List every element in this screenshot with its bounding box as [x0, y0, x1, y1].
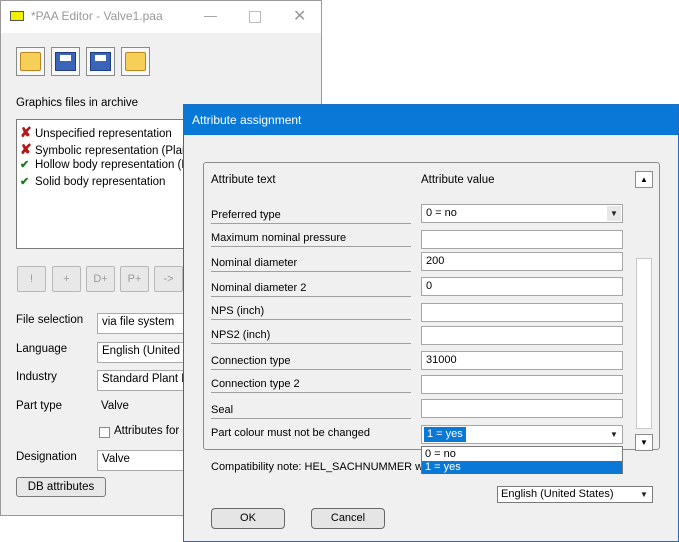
connection-type-input[interactable]: 31000: [421, 351, 623, 370]
list-item[interactable]: ✘ Unspecified representation: [20, 124, 172, 140]
max-nominal-pressure-input[interactable]: [421, 230, 623, 249]
designation-label: Designation: [16, 451, 77, 463]
language-select[interactable]: English (United States) ▼: [497, 486, 653, 503]
checkmark-icon: ✔: [20, 176, 30, 188]
connection-type-2-input[interactable]: [421, 375, 623, 394]
file-selection-label: File selection: [16, 314, 84, 326]
attribute-assignment-dialog: Attribute assignment Attribute text Attr…: [183, 104, 679, 542]
row-label-part-colour: Part colour must not be changed: [211, 427, 370, 439]
row-label-connection-type-2: Connection type 2: [211, 376, 411, 393]
ok-button[interactable]: OK: [211, 508, 285, 529]
missing-x-icon: ✘: [20, 141, 32, 157]
row-label-max-nominal-pressure: Maximum nominal pressure: [211, 230, 411, 247]
minimize-icon[interactable]: —: [204, 8, 217, 23]
row-label-preferred-type: Preferred type: [211, 207, 411, 224]
close-icon[interactable]: ✕: [293, 6, 306, 26]
chevron-down-icon[interactable]: ▼: [607, 206, 621, 221]
scroll-down-icon[interactable]: ▼: [635, 434, 653, 451]
chevron-down-icon[interactable]: ▼: [607, 427, 621, 442]
save-as-icon: [90, 52, 111, 71]
save-disk-icon: [55, 52, 76, 71]
list-item[interactable]: ✔ Hollow body representation (Pl: [20, 158, 192, 174]
nominal-diameter-2-input[interactable]: 0: [421, 277, 623, 296]
file-selection-select[interactable]: via file system: [97, 313, 192, 334]
arrow-button[interactable]: ->: [154, 266, 183, 292]
window-title: *PAA Editor - Valve1.paa: [31, 9, 163, 23]
p-plus-button[interactable]: P+: [120, 266, 149, 292]
row-label-nps2: NPS2 (inch): [211, 327, 411, 344]
nps-input[interactable]: [421, 303, 623, 322]
row-label-nominal-diameter-2: Nominal diameter 2: [211, 280, 411, 297]
open-folder-button[interactable]: [16, 47, 45, 76]
attributes-checkbox[interactable]: [99, 427, 110, 438]
d-plus-button[interactable]: D+: [86, 266, 115, 292]
compatibility-note: Compatibility note: HEL_SACHNUMMER will …: [211, 461, 440, 473]
row-label-nominal-diameter: Nominal diameter: [211, 255, 411, 272]
dropdown-option-no[interactable]: 0 = no: [422, 448, 622, 461]
folder-open-icon: [20, 52, 41, 71]
db-attributes-button[interactable]: DB attributes: [16, 477, 106, 497]
folder-icon: [125, 52, 146, 71]
designation-input[interactable]: Valve: [97, 450, 192, 471]
exclaim-button[interactable]: !: [17, 266, 46, 292]
seal-input[interactable]: [421, 399, 623, 418]
row-label-nps: NPS (inch): [211, 303, 411, 320]
part-type-label: Part type: [16, 400, 63, 412]
folder-button[interactable]: [121, 47, 150, 76]
dialog-title: Attribute assignment: [192, 113, 302, 127]
selected-value-highlight: 1 = yes: [424, 427, 466, 442]
part-colour-select[interactable]: 1 = yes ▼: [421, 425, 623, 444]
row-label-seal: Seal: [211, 402, 411, 419]
chevron-down-icon[interactable]: ▼: [637, 487, 651, 502]
scroll-up-icon[interactable]: ▲: [635, 171, 653, 188]
language-label: Language: [16, 343, 68, 355]
scrollbar-thumb[interactable]: [636, 258, 652, 429]
checkmark-icon: ✔: [20, 159, 30, 171]
dropdown-option-yes[interactable]: 1 = yes: [422, 461, 622, 474]
add-button[interactable]: +: [52, 266, 81, 292]
app-icon: [10, 11, 24, 21]
nps2-input[interactable]: [421, 326, 623, 345]
save-as-button[interactable]: [86, 47, 115, 76]
row-label-connection-type: Connection type: [211, 353, 411, 370]
attributes-checkbox-label: Attributes for l: [114, 425, 185, 437]
language-select[interactable]: English (United Sta: [97, 342, 192, 363]
preferred-type-select[interactable]: 0 = no ▼: [421, 204, 623, 223]
save-button[interactable]: [51, 47, 80, 76]
part-type-value: Valve: [97, 398, 187, 419]
industry-label: Industry: [16, 371, 57, 383]
cancel-button[interactable]: Cancel: [311, 508, 385, 529]
column-header-attribute-text: Attribute text: [211, 174, 276, 186]
nominal-diameter-input[interactable]: 200: [421, 252, 623, 271]
part-colour-dropdown-list[interactable]: 0 = no 1 = yes: [421, 446, 623, 474]
maximize-icon[interactable]: [249, 11, 261, 23]
column-header-attribute-value: Attribute value: [421, 174, 495, 186]
industry-select[interactable]: Standard Plant En: [97, 370, 192, 391]
missing-x-icon: ✘: [20, 124, 32, 140]
list-item[interactable]: ✘ Symbolic representation (Plant: [20, 141, 192, 157]
list-item[interactable]: ✔ Solid body representation: [20, 175, 165, 191]
graphics-files-label: Graphics files in archive: [16, 97, 139, 109]
